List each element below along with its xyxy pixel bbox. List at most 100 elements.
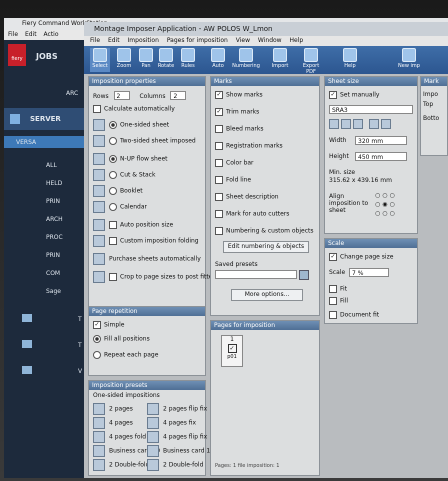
fill-checkbox[interactable]: [329, 297, 337, 305]
page-checkbox[interactable]: ✓: [227, 344, 237, 353]
fiery-menu-actions[interactable]: Actio: [44, 31, 59, 38]
calendar-radio[interactable]: [109, 203, 117, 211]
menu-pages-for-imposition[interactable]: Pages for imposition: [167, 37, 228, 44]
simple-option[interactable]: ✓ Simple: [93, 321, 125, 329]
mark-option[interactable]: Numbering & custom objects: [215, 227, 314, 235]
mark-checkbox[interactable]: [215, 193, 223, 201]
servers-section[interactable]: SERVER: [4, 108, 89, 130]
page-thumbnail[interactable]: 1 ✓ p01: [221, 335, 243, 367]
mark-option[interactable]: Fold line: [215, 176, 251, 184]
image-sheet-icon[interactable]: [381, 119, 391, 129]
document-fit-row[interactable]: Document fit: [329, 311, 379, 319]
menu-file[interactable]: File: [90, 37, 100, 44]
nav-sage[interactable]: Sage: [46, 288, 61, 295]
calculate-automatically-row[interactable]: Calculate automatically: [93, 105, 175, 113]
mark-option[interactable]: Bleed marks: [215, 125, 263, 133]
fit-row[interactable]: Fit: [329, 285, 347, 293]
calculate-checkbox[interactable]: [93, 105, 101, 113]
mark-checkbox[interactable]: [215, 159, 223, 167]
scale-input[interactable]: 7 %: [349, 268, 389, 277]
menu-help[interactable]: Help: [290, 37, 304, 44]
fill-row[interactable]: Fill: [329, 297, 348, 305]
columns-input[interactable]: 2: [170, 91, 187, 100]
menu-imposition[interactable]: Imposition: [128, 37, 159, 44]
numbering-button[interactable]: Numbering: [232, 48, 260, 72]
save-preset-icon[interactable]: [299, 270, 309, 280]
help-button[interactable]: Help: [340, 48, 360, 72]
preset-item[interactable]: 2 Double-fold: [147, 459, 203, 471]
edit-numbering-button[interactable]: Edit numbering & objects: [223, 241, 309, 253]
select-tool-button[interactable]: Select: [90, 48, 110, 72]
nav-printing[interactable]: PRIN: [46, 252, 60, 259]
nav-all[interactable]: ALL: [46, 162, 57, 169]
booklet-option[interactable]: Booklet: [93, 185, 143, 197]
mark-option[interactable]: Registration marks: [215, 142, 283, 150]
set-manually-checkbox[interactable]: ✓: [329, 91, 337, 99]
rows-input[interactable]: 2: [113, 91, 130, 100]
right-panel-item[interactable]: Impo: [423, 91, 438, 98]
custom-folding-row[interactable]: Custom imposition folding: [93, 235, 199, 247]
preset-item[interactable]: 4 pages fix: [147, 417, 196, 429]
rotate-tool-button[interactable]: Rotate: [156, 48, 176, 72]
more-options-button[interactable]: More options...: [231, 289, 303, 301]
custom-folding-checkbox[interactable]: [109, 237, 117, 245]
set-manually-row[interactable]: ✓ Set manually: [329, 91, 379, 99]
saved-presets-select[interactable]: [215, 270, 297, 279]
crop-sheet-icon[interactable]: [369, 119, 379, 129]
mark-checkbox[interactable]: [215, 227, 223, 235]
archive-label[interactable]: ARC: [66, 90, 78, 97]
nav-item-v[interactable]: V: [78, 368, 82, 375]
nav-archived[interactable]: ARCH: [46, 216, 63, 223]
landscape-icon[interactable]: [341, 119, 351, 129]
nav-completed[interactable]: COM: [46, 270, 60, 277]
one-sided-radio[interactable]: [109, 121, 117, 129]
crop-marks-row[interactable]: Crop to page sizes to post fitter site: [93, 271, 228, 283]
n-up-option[interactable]: N-UP flow sheet: [93, 153, 168, 165]
mark-option[interactable]: Color bar: [215, 159, 254, 167]
align-grid[interactable]: ○○○ ○◉○ ○○○: [375, 191, 411, 219]
simple-checkbox[interactable]: ✓: [93, 321, 101, 329]
purchase-sheets-row[interactable]: Purchase sheets automatically: [93, 253, 201, 265]
zoom-tool-button[interactable]: Zoom: [114, 48, 134, 72]
mark-option[interactable]: ✓ Trim marks: [215, 108, 259, 116]
change-page-size-row[interactable]: ✓ Change page size: [329, 253, 393, 261]
fill-all-radio[interactable]: [93, 335, 101, 343]
preset-item[interactable]: 2 pages flip fix: [147, 403, 207, 415]
cut-stack-option[interactable]: Cut & Stack: [93, 169, 155, 181]
n-up-radio[interactable]: [109, 155, 117, 163]
repeat-each-option[interactable]: Repeat each page: [93, 351, 158, 359]
preset-item[interactable]: 4 pages flip fix: [147, 431, 207, 443]
menu-edit[interactable]: Edit: [108, 37, 120, 44]
jobs-label[interactable]: JOBS: [36, 52, 58, 61]
two-sided-option[interactable]: Two-sided sheet imposed: [93, 135, 196, 147]
fit-checkbox[interactable]: [329, 285, 337, 293]
booklet-radio[interactable]: [109, 187, 117, 195]
auto-position-row[interactable]: Auto position size: [93, 219, 173, 231]
mark-option[interactable]: ✓ Show marks: [215, 91, 263, 99]
crop-checkbox[interactable]: [109, 273, 117, 281]
document-fit-checkbox[interactable]: [329, 311, 337, 319]
preset-item[interactable]: 4 pages fold: [93, 431, 146, 443]
mark-checkbox[interactable]: ✓: [215, 91, 223, 99]
mark-checkbox[interactable]: [215, 176, 223, 184]
preset-item[interactable]: 2 Double-fold: [93, 459, 149, 471]
mark-option[interactable]: Sheet description: [215, 193, 279, 201]
height-input[interactable]: 450 mm: [355, 152, 407, 161]
fiery-menu-file[interactable]: File: [8, 31, 18, 38]
change-page-size-checkbox[interactable]: ✓: [329, 253, 337, 261]
menu-window[interactable]: Window: [258, 37, 282, 44]
right-panel-item[interactable]: Top: [423, 101, 433, 108]
right-panel-item[interactable]: Botto: [423, 115, 439, 122]
fill-all-option[interactable]: Fill all positions: [93, 335, 150, 343]
auto-position-checkbox[interactable]: [109, 221, 117, 229]
one-sided-option[interactable]: One-sided sheet: [93, 119, 169, 131]
new-imposition-button[interactable]: New imp: [394, 48, 424, 72]
mark-checkbox[interactable]: [215, 142, 223, 150]
cut-stack-radio[interactable]: [109, 171, 117, 179]
rules-tool-button[interactable]: Rules: [178, 48, 198, 72]
paper-size-select[interactable]: SRA3: [329, 105, 413, 114]
server-row[interactable]: VERSA: [4, 136, 89, 148]
mark-checkbox[interactable]: ✓: [215, 108, 223, 116]
mark-option[interactable]: Mark for auto cutters: [215, 210, 289, 218]
calendar-option[interactable]: Calendar: [93, 201, 147, 213]
